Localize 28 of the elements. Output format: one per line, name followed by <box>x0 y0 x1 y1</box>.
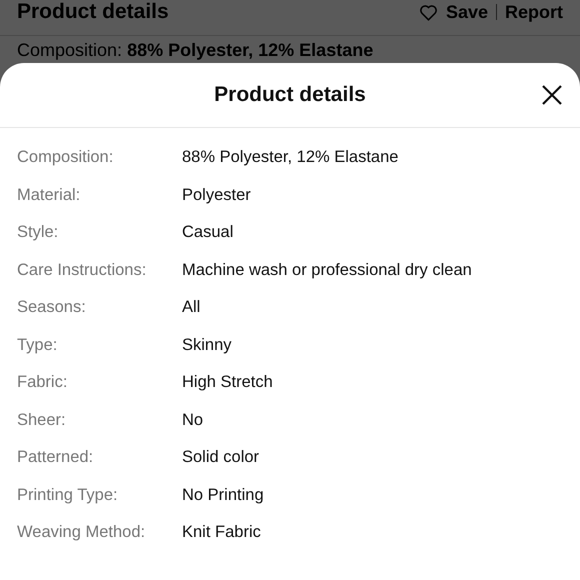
detail-value: 88% Polyester, 12% Elastane <box>182 147 400 168</box>
detail-value: Knit Fabric <box>182 522 262 543</box>
detail-label: Material: <box>17 184 82 206</box>
detail-value: Machine wash or professional dry clean <box>182 260 473 280</box>
detail-label: Weaving Method: <box>17 522 146 543</box>
detail-label: Patterned: <box>17 447 94 468</box>
detail-value: Solid color <box>182 447 260 468</box>
detail-value: Casual <box>182 222 234 243</box>
detail-label: Care Instructions: <box>17 260 148 280</box>
detail-value: All <box>182 297 202 318</box>
detail-label: Sheer: <box>17 410 67 430</box>
detail-value: Skinny <box>182 334 233 356</box>
detail-label: Printing Type: <box>17 484 119 506</box>
detail-value: No Printing <box>182 484 265 506</box>
detail-value: Polyester <box>182 184 252 206</box>
sheet-title: Product details <box>214 83 366 107</box>
heart-icon[interactable] <box>418 4 438 20</box>
detail-label: Fabric: <box>17 372 68 393</box>
detail-label: Style: <box>17 222 60 243</box>
report-link[interactable]: Report <box>505 2 563 22</box>
detail-label: Type: <box>17 334 58 356</box>
detail-label: Composition: <box>17 147 114 168</box>
detail-text: Composition: 88% Polyester, 12% Elastane <box>16 39 374 61</box>
detail-value: High Stretch <box>182 372 274 393</box>
detail-value: No <box>182 410 204 430</box>
save-link[interactable]: Save <box>446 2 488 22</box>
detail-label: Seasons: <box>17 297 87 318</box>
page-title: Product details <box>17 0 169 24</box>
